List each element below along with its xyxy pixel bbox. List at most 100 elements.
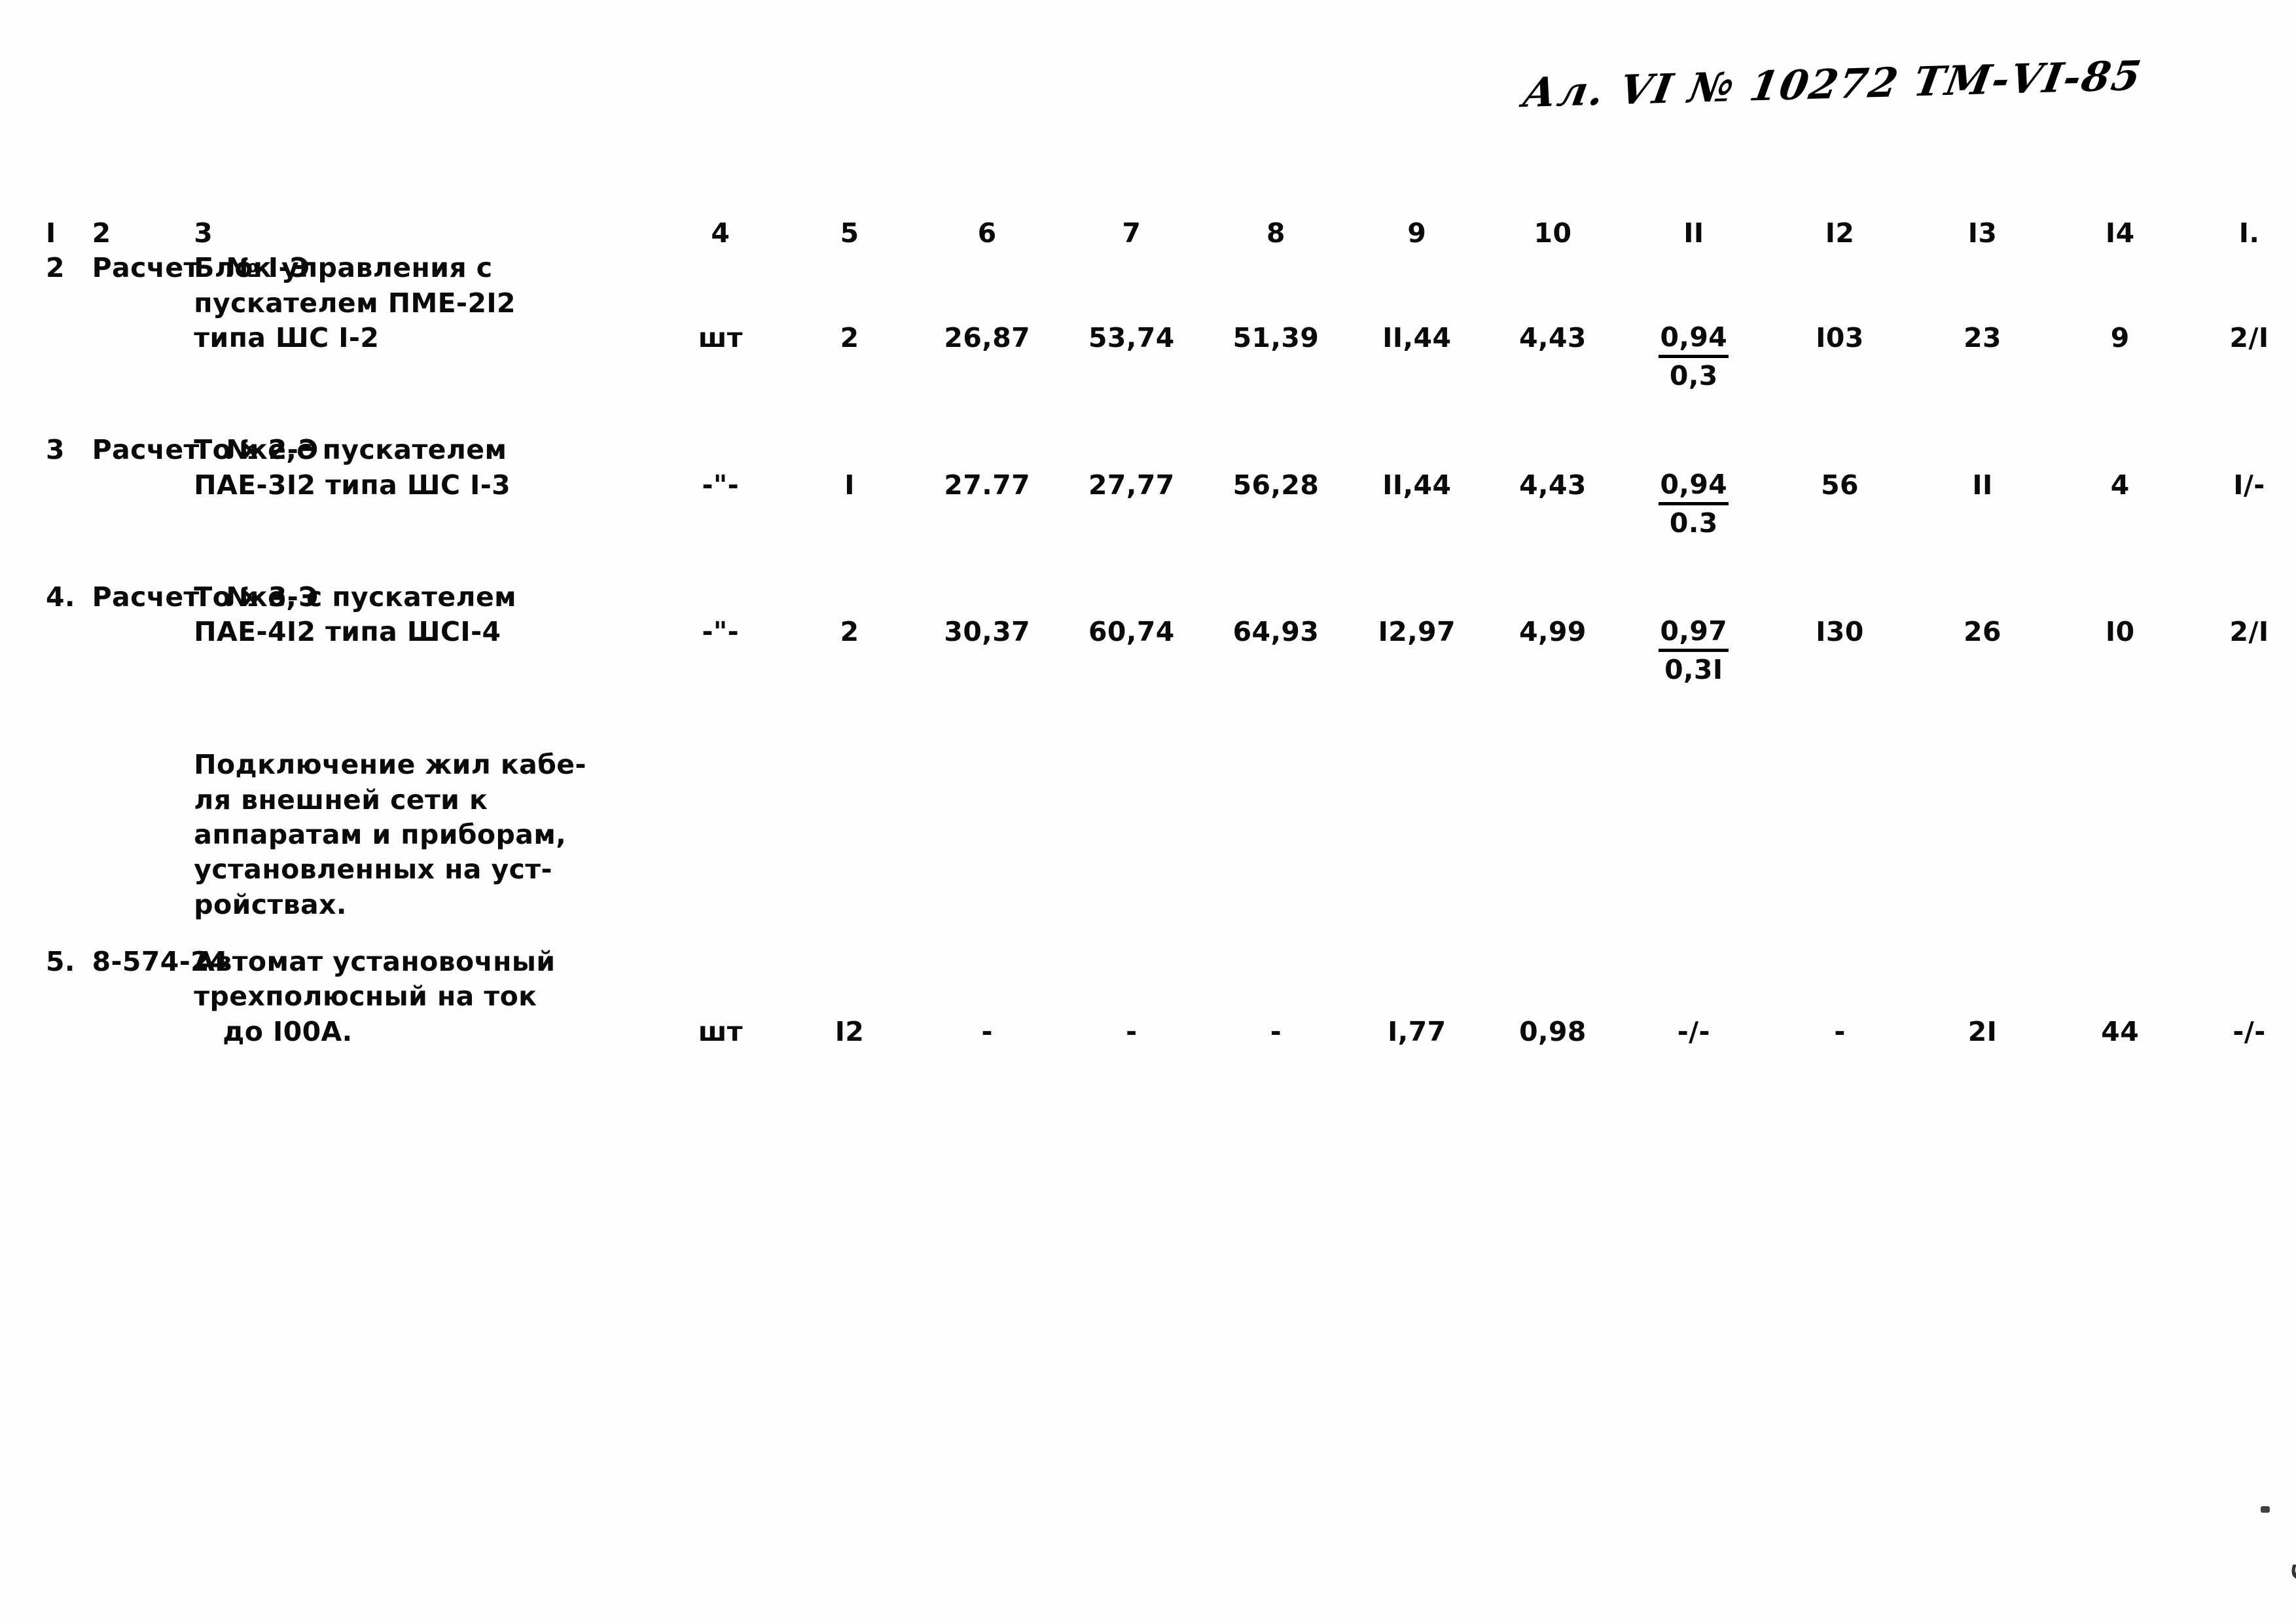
row-col13: 26 <box>1964 616 2001 648</box>
row-col7: 27,77 <box>1088 469 1175 501</box>
row-col9: I,77 <box>1388 1015 1446 1047</box>
row-col12-cell: - <box>1767 945 1912 1049</box>
row-unit-cell: шт <box>656 945 785 1049</box>
row-col11-fraction: 0,94 0,3 <box>1659 321 1729 392</box>
row-unit-cell: шт <box>656 251 785 393</box>
row-code: 8-574-24 <box>92 945 228 977</box>
row-col14-cell: 44 <box>2052 945 2188 1049</box>
row-col11-fraction: 0,97 0,3I <box>1659 615 1729 686</box>
row-col15: 2/I <box>2229 321 2269 353</box>
row-col15-cell: I/- <box>2188 433 2296 541</box>
row-code-line: Расчет <box>92 434 200 466</box>
row-col11-denominator: 0.3 <box>1669 507 1718 539</box>
column-header-1: I <box>46 217 56 249</box>
row-col11-cell: -/- <box>1621 945 1767 1049</box>
scanned-page: Ал. VI № 10272 ТМ-VI-85 I 2 3 4 5 6 7 8 … <box>0 0 2296 1624</box>
row-col7-cell: 27,77 <box>1060 433 1203 541</box>
row-description-line: Блок управления с <box>194 252 493 284</box>
row-code-line: Расчет <box>92 581 200 613</box>
folio-tilde-mark <box>2261 1506 2270 1513</box>
row-col9-cell: I2,97 <box>1349 580 1485 688</box>
row-col11-numerator: 0,94 <box>1659 468 1729 505</box>
row-col12-cell: I03 <box>1767 251 1912 393</box>
row-code: Расчет № 2-Э <box>92 433 319 541</box>
section-note-index-blank <box>46 748 92 922</box>
row-col7-cell: - <box>1060 945 1203 1049</box>
row-description-line: То же,с пускателем <box>194 434 507 466</box>
column-header-3: 3 <box>194 217 213 249</box>
row-col8: - <box>1270 1015 1282 1047</box>
row-index: 2 <box>46 252 65 284</box>
row-code: Расчет № 3-Э <box>92 580 319 688</box>
row-col9-cell: II,44 <box>1349 433 1485 541</box>
row-col14-cell: I0 <box>2052 580 2188 688</box>
row-col11-numerator: 0,97 <box>1659 615 1729 653</box>
row-qty-cell: 2 <box>785 251 914 393</box>
column-header-7: 7 <box>1122 217 1141 249</box>
row-qty: 2 <box>840 321 859 353</box>
row-code-line: Расчет <box>92 252 200 284</box>
row-unit: шт <box>698 1015 743 1047</box>
row-description: То же, с пускателем ПАЕ-4I2 типа ШСI-4 <box>194 580 656 688</box>
row-col7: 53,74 <box>1088 321 1175 353</box>
row-col7: - <box>1126 1015 1138 1047</box>
row-col8-cell: 51,39 <box>1203 251 1349 393</box>
row-spacer <box>46 922 2296 945</box>
row-col15-cell: 2/I <box>2188 580 2296 688</box>
column-header-15: I. <box>2238 217 2260 249</box>
row-col6: - <box>981 1015 993 1047</box>
row-col11-denominator: 0,3I <box>1664 654 1723 686</box>
row-qty-cell: I2 <box>785 945 914 1049</box>
row-col12: - <box>1834 1015 1846 1047</box>
row-col10: 4,99 <box>1519 616 1587 648</box>
section-note-line: установленных на уст- <box>194 854 552 886</box>
row-col13-cell: 2I <box>1913 945 2053 1049</box>
folio-number: 5 <box>2286 1562 2296 1583</box>
row-col10: 4,43 <box>1519 321 1587 353</box>
column-header-4: 4 <box>711 217 730 249</box>
row-qty-cell: 2 <box>785 580 914 688</box>
row-col11-cell: 0,94 0,3 <box>1621 251 1767 393</box>
row-col15: I/- <box>2233 469 2265 501</box>
row-col14: 44 <box>2101 1015 2140 1047</box>
row-index: 4. <box>46 581 75 613</box>
table-row: 2 Расчет № I-Э Блок управления с пускате… <box>46 251 2296 393</box>
row-description: Блок управления с пускателем ПМЕ-2I2 тип… <box>194 251 656 393</box>
table-row: 4. Расчет № 3-Э То же, с пускателем ПАЕ-… <box>46 580 2296 688</box>
row-col8-cell: 64,93 <box>1203 580 1349 688</box>
row-col12: I30 <box>1816 616 1864 648</box>
row-col12: I03 <box>1816 321 1864 353</box>
row-col15: 2/I <box>2229 616 2269 648</box>
row-col11-cell: 0,97 0,3I <box>1621 580 1767 688</box>
row-description-line: То же, с пускателем <box>194 581 517 613</box>
column-header-9: 9 <box>1407 217 1427 249</box>
row-col6-cell: - <box>914 945 1060 1049</box>
row-col9-cell: I,77 <box>1349 945 1485 1049</box>
row-col11-fraction: 0,94 0.3 <box>1659 468 1729 539</box>
estimate-table-container: I 2 3 4 5 6 7 8 9 10 II I2 I3 I4 I. 2 Ра… <box>0 216 2296 1049</box>
column-header-14: I4 <box>2105 217 2135 249</box>
column-header-10: 10 <box>1534 217 1572 249</box>
column-header-5: 5 <box>840 217 859 249</box>
row-col7-cell: 53,74 <box>1060 251 1203 393</box>
row-col10-cell: 4,99 <box>1485 580 1621 688</box>
row-unit: шт <box>698 321 743 353</box>
row-col13: II <box>1972 469 1993 501</box>
row-index: 5. <box>46 945 75 977</box>
row-col15: -/- <box>2233 1015 2266 1047</box>
row-description-line: типа ШС I-2 <box>194 321 380 353</box>
column-header-13: I3 <box>1967 217 1998 249</box>
row-qty: 2 <box>840 616 859 648</box>
row-description-line: Автомат установочный <box>194 945 556 977</box>
row-code: Расчет № I-Э <box>92 251 310 393</box>
row-col15-cell: -/- <box>2188 945 2296 1049</box>
column-header-8: 8 <box>1266 217 1285 249</box>
row-col11: -/- <box>1677 1015 1710 1047</box>
row-col8-cell: 56,28 <box>1203 433 1349 541</box>
estimate-table: I 2 3 4 5 6 7 8 9 10 II I2 I3 I4 I. 2 Ра… <box>46 216 2296 1049</box>
row-col6: 26,87 <box>944 321 1031 353</box>
row-col6-cell: 27.77 <box>914 433 1060 541</box>
section-note-line: ля внешней сети к <box>194 784 488 816</box>
row-col14: 9 <box>2110 321 2130 353</box>
table-row: 5. 8-574-24 Автомат установочный трехпол… <box>46 945 2296 1049</box>
